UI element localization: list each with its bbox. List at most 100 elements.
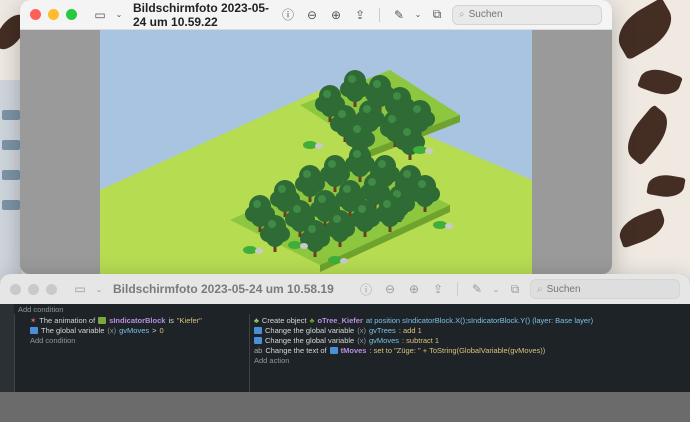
- tree-foliage: [346, 84, 364, 102]
- create-object-icon: ♣: [254, 316, 259, 325]
- tree-foliage: [306, 234, 324, 252]
- tree-highlight: [333, 215, 341, 223]
- add-condition-link[interactable]: Add condition: [18, 305, 63, 314]
- condition-row[interactable]: ✶ The animation of sIndicatorBlock is "K…: [30, 316, 202, 325]
- tree-highlight: [353, 150, 361, 158]
- game-screenshot: [100, 30, 532, 274]
- search-field[interactable]: ⌕: [530, 279, 680, 299]
- tree-highlight: [318, 195, 326, 203]
- subevent-gutter: [14, 314, 28, 392]
- markup-icon[interactable]: ✎: [468, 282, 486, 296]
- variable-icon: [254, 337, 262, 344]
- rock: [255, 248, 263, 254]
- tree-highlight: [413, 105, 421, 113]
- wallpaper-leaf: [609, 0, 681, 61]
- window-title: Bildschirmfoto 2023-05-24 um 10.59.22: [133, 0, 270, 29]
- tree-highlight: [373, 80, 381, 88]
- markup-icon[interactable]: ✎: [390, 8, 408, 22]
- tree-highlight: [403, 170, 411, 178]
- wallpaper-leaf: [615, 207, 669, 249]
- zoom-out-icon[interactable]: ⊖: [381, 282, 399, 296]
- zoom-in-icon[interactable]: ⊕: [327, 8, 345, 22]
- search-icon: ⌕: [537, 283, 543, 295]
- add-action-link[interactable]: Add action: [254, 356, 289, 365]
- add-condition-link[interactable]: Add condition: [30, 336, 75, 345]
- share-icon[interactable]: ⇪: [429, 282, 447, 296]
- window-title: Bildschirmfoto 2023-05-24 um 10.58.19: [113, 282, 334, 296]
- rock: [300, 243, 308, 249]
- tree-foliage: [381, 209, 399, 227]
- zoom-out-icon[interactable]: ⊖: [303, 8, 321, 22]
- global-variable-icon: (x): [357, 336, 366, 345]
- tree-highlight: [348, 75, 356, 83]
- rock: [425, 148, 433, 154]
- tree-highlight: [353, 125, 361, 133]
- zoom-button[interactable]: [46, 283, 57, 295]
- search-input[interactable]: [546, 283, 657, 295]
- tree-highlight: [268, 220, 276, 228]
- sprite-icon: [98, 317, 107, 324]
- tree-highlight: [338, 110, 346, 118]
- tree-highlight: [253, 200, 261, 208]
- tree-highlight: [378, 160, 386, 168]
- bush: [243, 246, 257, 254]
- tree-foliage: [351, 159, 369, 177]
- condition-row[interactable]: The global variable (x) gvMoves > 0: [30, 326, 164, 335]
- tree-highlight: [403, 128, 411, 136]
- tree-highlight: [383, 200, 391, 208]
- close-button[interactable]: [30, 9, 41, 20]
- global-variable-icon: (x): [107, 326, 117, 335]
- action-row[interactable]: ab Change the text of tMoves : set to "Z…: [254, 346, 545, 355]
- preview-window-front: ▭ ⌄ Bildschirmfoto 2023-05-24 um 10.59.2…: [20, 0, 612, 274]
- search-input[interactable]: [468, 9, 579, 20]
- bush: [433, 221, 447, 229]
- tree-highlight: [388, 115, 396, 123]
- rock: [340, 258, 348, 264]
- tree-highlight: [328, 160, 336, 168]
- sidebar-icon[interactable]: ▭: [71, 282, 89, 296]
- global-variable-icon: (x): [357, 326, 366, 335]
- tree-highlight: [368, 178, 376, 186]
- chevron-down-icon[interactable]: ⌄: [95, 285, 103, 294]
- chevron-down-icon[interactable]: ⌄: [414, 10, 422, 19]
- tree-highlight: [393, 92, 401, 100]
- conditions-block: ✶ The animation of sIndicatorBlock is "K…: [28, 314, 250, 392]
- tree-highlight: [323, 90, 331, 98]
- minimize-button[interactable]: [48, 9, 59, 20]
- variable-icon: [30, 327, 38, 334]
- info-icon[interactable]: ⓘ: [279, 6, 297, 23]
- tree-highlight: [278, 185, 286, 193]
- chevron-down-icon[interactable]: ⌄: [492, 285, 500, 294]
- actions-block: ♣ Create object ♣ oTree_Kiefer at positi…: [251, 314, 690, 392]
- minimize-button[interactable]: [28, 283, 39, 295]
- edit-icon[interactable]: ⧉: [428, 7, 446, 22]
- tree-highlight: [303, 170, 311, 178]
- share-icon[interactable]: ⇪: [351, 8, 369, 22]
- zoom-button[interactable]: [66, 9, 77, 20]
- edit-icon[interactable]: ⧉: [506, 282, 524, 297]
- search-icon: ⌕: [459, 9, 465, 20]
- bush: [328, 256, 342, 264]
- action-row[interactable]: Change the global variable (x) gvTrees :…: [254, 326, 422, 335]
- chevron-down-icon[interactable]: ⌄: [115, 10, 123, 19]
- info-icon[interactable]: ⓘ: [357, 281, 375, 298]
- wallpaper-leaf: [618, 104, 677, 166]
- image-viewport: [20, 30, 612, 274]
- tree-foliage: [266, 229, 284, 247]
- animation-icon: ✶: [30, 316, 37, 325]
- search-field[interactable]: ⌕: [452, 4, 602, 25]
- wallpaper-leaf: [637, 63, 683, 101]
- event-sheet: Add condition ✶ The animation of sIndica…: [0, 304, 690, 392]
- event-gutter: [0, 304, 14, 392]
- action-row[interactable]: ♣ Create object ♣ oTree_Kiefer at positi…: [254, 316, 593, 325]
- bush: [288, 241, 302, 249]
- tree-highlight: [308, 225, 316, 233]
- variable-icon: [254, 327, 262, 334]
- action-row[interactable]: Change the global variable (x) gvMoves :…: [254, 336, 439, 345]
- close-button[interactable]: [10, 283, 21, 295]
- tree-highlight: [418, 180, 426, 188]
- sidebar-icon[interactable]: ▭: [91, 8, 109, 22]
- rock: [315, 143, 323, 149]
- zoom-in-icon[interactable]: ⊕: [405, 282, 423, 296]
- wallpaper-leaf: [646, 172, 686, 200]
